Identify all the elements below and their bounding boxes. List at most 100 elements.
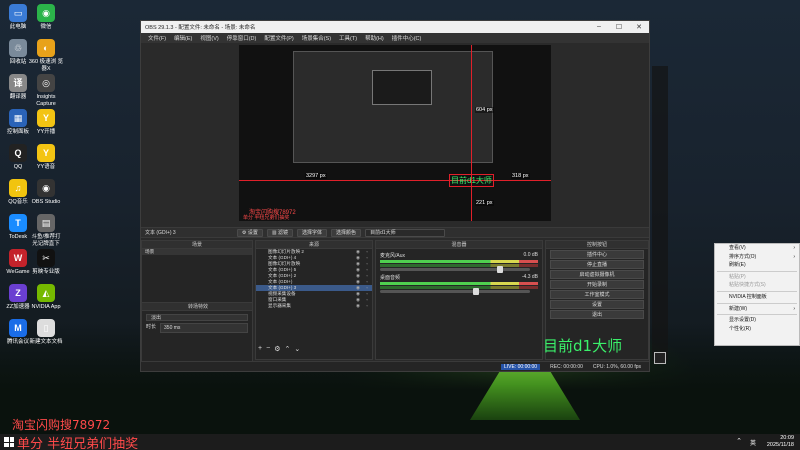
obs-window[interactable]: OBS 29.1.3 - 配置文件: 未命名 - 场景: 未命名 – ☐ ✕ 文… [140, 20, 650, 372]
mixer-channel-name: 桌面音频 [380, 275, 401, 281]
context-menu-item[interactable]: 个性化(R) [715, 325, 799, 334]
desktop-icon[interactable]: ▤ 斗鱼/推荐打 光记牌直下 [28, 214, 64, 248]
obs-menubar: 文件(F) 编辑(E) 视图(V) 停靠窗口(D) 配置文件(P) 场景集合(S) 工具(T… [141, 33, 649, 43]
mixer-channel: 桌面音频 -4.3 dB [376, 274, 542, 295]
app-icon: ◉ [37, 4, 55, 22]
menu-item[interactable]: 插件中心(C) [388, 34, 426, 42]
sources-dock-title: 来源 [256, 241, 372, 249]
desktop-icon-label: OBS Studio [31, 199, 61, 205]
menu-item[interactable]: 文件(F) [144, 34, 170, 42]
context-menu-item[interactable]: 粘贴(P) [715, 273, 799, 282]
app-icon: ♫ [9, 179, 27, 197]
menu-item[interactable]: 视图(V) [196, 34, 222, 42]
menu-item[interactable]: 配置文件(P) [260, 34, 297, 42]
source-item[interactable]: 显示器采集 ◉ ▫ [256, 303, 372, 309]
desktop-icon[interactable]: ✂ 剪映专业版 [28, 249, 64, 276]
remove-source-icon[interactable]: − [266, 345, 270, 353]
desktop-icon[interactable]: Y YY开播 [28, 109, 64, 136]
desktop-icon[interactable]: ◭ NVIDIA App [28, 284, 64, 311]
context-menu-item-label: 个性化(R) [729, 325, 751, 332]
volume-slider-knob[interactable] [473, 288, 479, 295]
taskbar-clock[interactable]: 20:09 2025/11/18 [767, 435, 794, 449]
app-icon: ▭ [9, 4, 27, 22]
volume-slider[interactable] [380, 266, 530, 273]
volume-meter [380, 264, 538, 267]
desktop-icon[interactable]: ◐ 360 极速浏 览器X [28, 39, 64, 73]
volume-slider[interactable] [380, 288, 530, 295]
preview-text-source[interactable]: 目前d1大师 [449, 174, 494, 187]
properties-button[interactable]: ⚙ 设置 [237, 228, 263, 237]
add-source-icon[interactable]: + [258, 345, 262, 353]
context-menu-item-label: NVIDIA 控制面板 [729, 293, 767, 300]
volume-slider-knob[interactable] [497, 266, 503, 273]
source-down-icon[interactable]: ⌄ [294, 345, 300, 353]
selected-source-label: 文本 (GDI+) 3 [145, 230, 176, 236]
control-button[interactable]: 退出 [550, 310, 644, 319]
ime-indicator[interactable]: 英 [750, 438, 756, 447]
background-window-strip [652, 66, 668, 361]
source-settings-icon[interactable]: ⚙ [274, 345, 280, 353]
guide-line-horizontal [239, 180, 551, 181]
lock-icon[interactable]: ▫ [366, 303, 368, 309]
maximize-icon[interactable]: ☐ [609, 23, 629, 31]
context-menu-item[interactable]: 刷新(E) [715, 261, 799, 270]
app-icon: ◭ [37, 284, 55, 302]
sources-list: 图像幻灯片放映 2 ◉ ▫ 文本 (GDI+) 4 ◉ ▫ 图像幻灯片放映 ◉ ▫ 文本 (GDI… [256, 249, 372, 309]
scene-item[interactable]: 场景 [142, 249, 252, 255]
chevron-right-icon: › [793, 245, 795, 251]
tray-overlay-icon[interactable] [654, 352, 666, 364]
desktop-icon-label: NVIDIA App [31, 304, 61, 310]
context-menu-item[interactable]: 新建(W) › [715, 305, 799, 314]
control-button[interactable]: 停止直播 [550, 260, 644, 269]
filters-button[interactable]: ▥ 滤镜 [266, 228, 294, 237]
control-button[interactable]: 工作室模式 [550, 290, 644, 299]
menu-item[interactable]: 停靠窗口(D) [223, 34, 261, 42]
source-item-label: 显示器采集 [268, 303, 291, 308]
desktop-icon-label: Insights Capture [36, 94, 56, 107]
context-menu-item[interactable]: NVIDIA 控制面板 [715, 293, 799, 302]
chevron-up-icon[interactable]: ⌃ [736, 437, 742, 445]
control-button[interactable]: 开始录制 [550, 280, 644, 289]
desktop-icon[interactable]: ◉ 微信 [28, 4, 64, 31]
context-menu-item[interactable]: 查看(V) › [715, 244, 799, 253]
source-up-icon[interactable]: ⌃ [284, 345, 290, 353]
duration-input[interactable]: 350 ms [160, 323, 248, 333]
context-menu-item[interactable]: 粘贴快捷方式(S) [715, 281, 799, 290]
desktop-icon-label: 剪映专业版 [32, 269, 60, 275]
desktop-icon-label: 微信 [40, 24, 52, 30]
desktop-icon[interactable]: ◎ Insights Capture [28, 74, 64, 108]
control-button[interactable]: 启动虚拟摄像机 [550, 270, 644, 279]
control-button[interactable]: 插件中心 [550, 250, 644, 259]
mixer-channel-name: 麦克风/Aux [380, 253, 406, 259]
app-icon: ▤ [37, 214, 55, 232]
close-icon[interactable]: ✕ [629, 23, 649, 31]
desktop-promo-line-2: 单分 半纽兄弟们抽奖 [17, 436, 139, 450]
context-menu-item[interactable]: 显示设置(D) [715, 316, 799, 325]
transition-select[interactable]: 淡出 [146, 314, 248, 321]
source-item-label: 文本 (GDI+) [268, 279, 293, 284]
mixer-channel-db: -4.3 dB [521, 274, 538, 280]
desktop-icon[interactable]: Y YY语音 [28, 144, 64, 171]
desktop-icon[interactable]: ▯ 新建文本文档 [28, 319, 64, 346]
select-color-button[interactable]: 选择颜色 [331, 228, 362, 237]
visibility-eye-icon[interactable]: ◉ [356, 303, 360, 309]
start-menu-icon[interactable] [4, 437, 14, 447]
desktop-icon-label: YY语音 [36, 164, 56, 170]
text-value-field[interactable]: 目前d1大师 [365, 228, 446, 237]
chevron-right-icon: › [793, 253, 795, 260]
menu-item[interactable]: 场景集合(S) [298, 34, 335, 42]
minimize-icon[interactable]: – [589, 23, 609, 31]
desktop-icon-label: 新建文本文档 [29, 339, 63, 345]
app-icon: Z [9, 284, 27, 302]
guide-label-left: 3297 px [305, 173, 327, 179]
context-menu-item[interactable]: 排序方式(O) › [715, 253, 799, 262]
desktop-icon[interactable]: ◉ OBS Studio [28, 179, 64, 206]
menu-item[interactable]: 工具(T) [335, 34, 361, 42]
obs-preview-canvas[interactable]: 604 px 3297 px 221 px 318 px 目前d1大师 淘宝闪购… [239, 45, 551, 221]
menu-item[interactable]: 编辑(E) [170, 34, 196, 42]
control-button[interactable]: 设置 [550, 300, 644, 309]
menu-item[interactable]: 帮助(H) [361, 34, 388, 42]
chevron-right-icon: › [793, 305, 795, 312]
obs-titlebar[interactable]: OBS 29.1.3 - 配置文件: 未命名 - 场景: 未命名 – ☐ ✕ [141, 21, 649, 33]
select-font-button[interactable]: 选择字体 [297, 228, 328, 237]
